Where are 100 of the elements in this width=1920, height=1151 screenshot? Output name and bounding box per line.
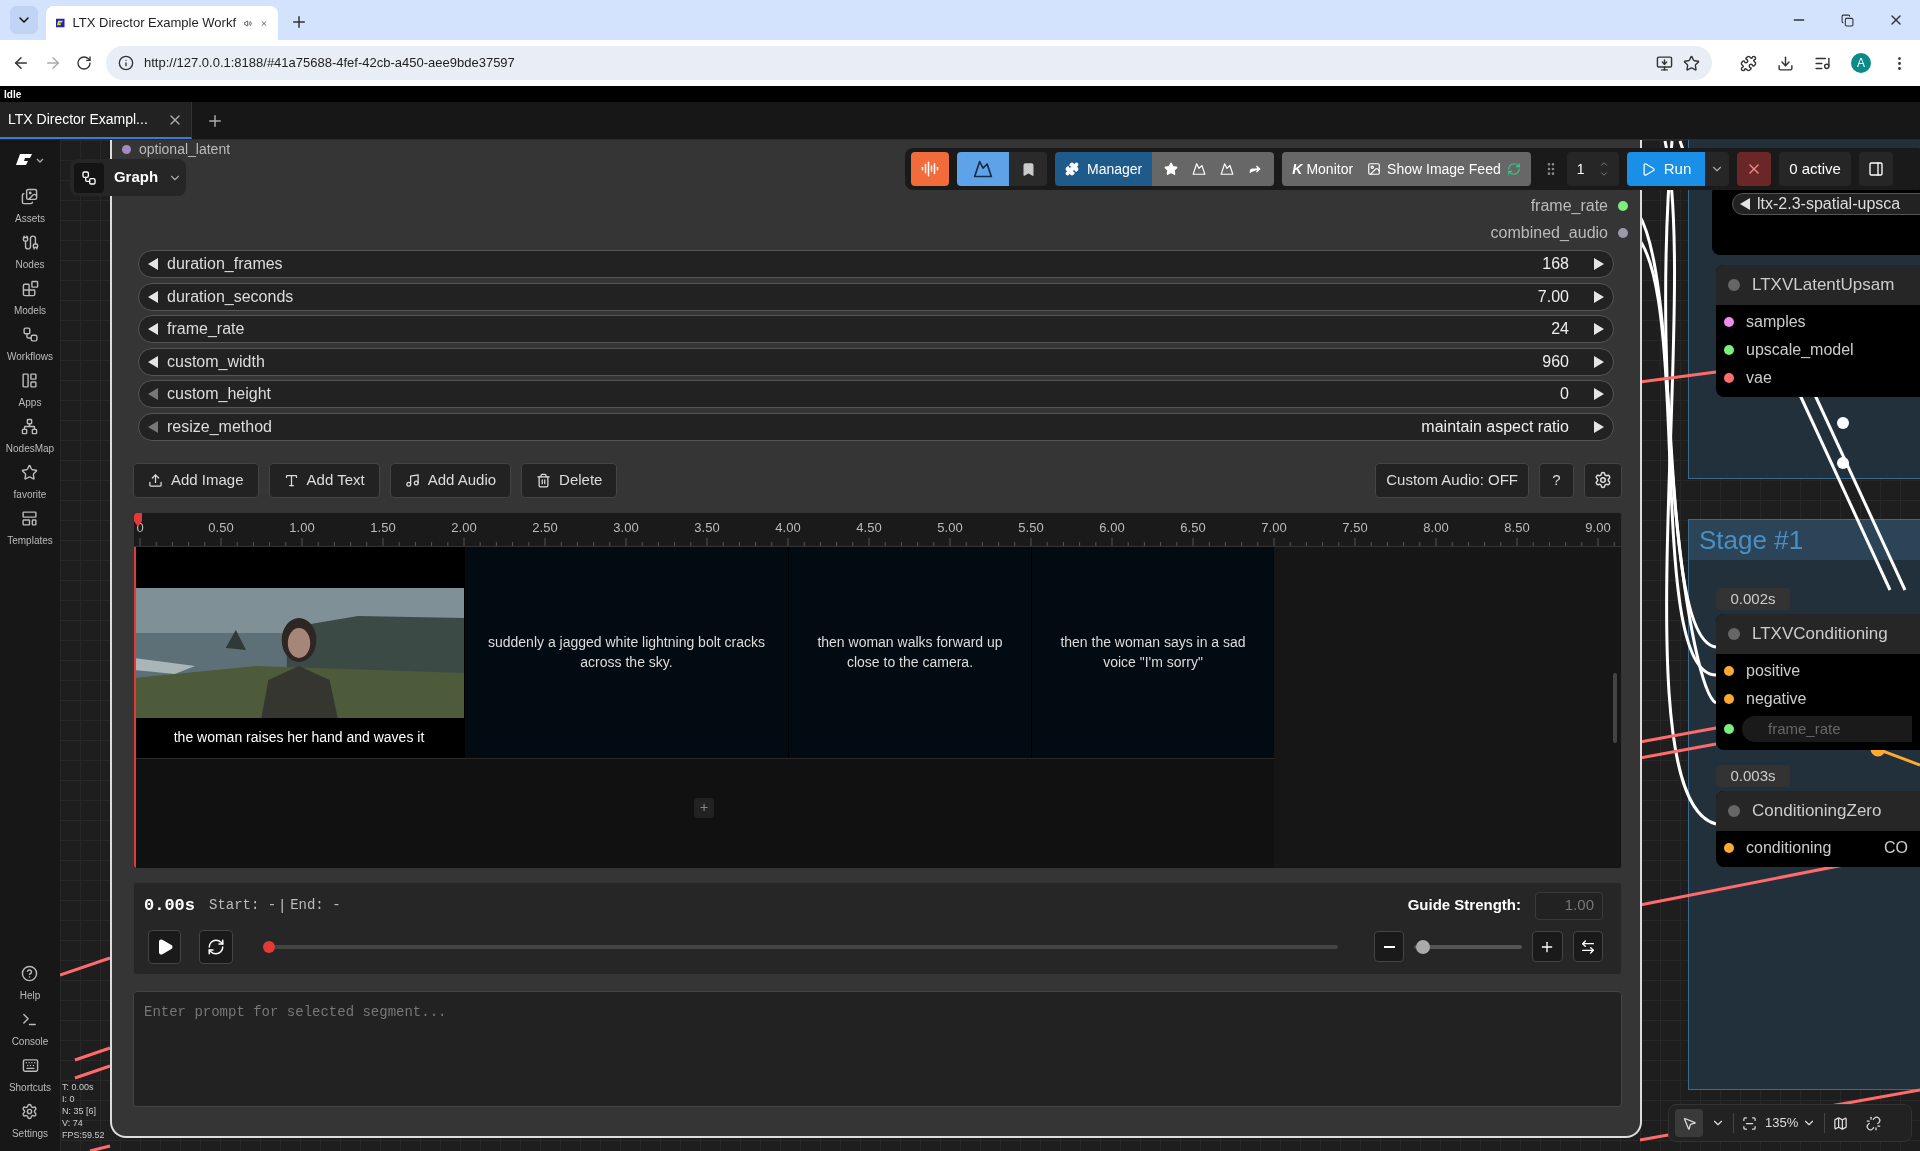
browser-tab[interactable]: LTX Director Example Workf (46, 6, 278, 40)
graph-menu-button[interactable]: Graph (70, 159, 186, 196)
star-icon[interactable] (21, 464, 39, 481)
node-card[interactable]: LTXVLatentUpsam samples upscale_model vae (1716, 265, 1920, 397)
mountain-icon[interactable] (1220, 162, 1235, 176)
input-port[interactable] (1724, 666, 1734, 676)
image-segment[interactable]: the woman raises her hand and waves it (134, 546, 464, 758)
number-widget[interactable]: duration_frames 168 (138, 250, 1614, 278)
plug-icon[interactable] (21, 234, 39, 251)
select-tool-button[interactable] (1675, 1109, 1703, 1137)
reload-icon[interactable] (76, 55, 92, 71)
minimap-icon[interactable] (1833, 1115, 1849, 1131)
template-icon[interactable] (21, 510, 39, 527)
help-icon[interactable] (21, 965, 39, 982)
sidebar-label[interactable]: Console (11, 1034, 49, 1049)
custom-audio-button[interactable]: Custom Audio: OFF (1375, 462, 1529, 498)
sidebar-label[interactable]: Workflows (7, 349, 53, 364)
decrement-icon[interactable] (147, 257, 159, 271)
sidebar-label[interactable]: Models (13, 303, 47, 318)
extensions-icon[interactable] (1740, 54, 1757, 72)
sidebar-label[interactable]: Apps (18, 395, 42, 410)
bookmark-star-icon[interactable] (1683, 54, 1700, 72)
action-button[interactable]: Add Text (268, 462, 380, 498)
scrollbar[interactable] (1613, 672, 1617, 743)
new-tab-icon[interactable] (290, 13, 308, 31)
input-port[interactable] (1724, 345, 1734, 355)
sidebar-label[interactable]: Settings (11, 1126, 49, 1141)
sidebar-label[interactable]: favorite (13, 487, 47, 502)
settings-button[interactable] (1584, 462, 1622, 498)
back-icon[interactable] (12, 54, 30, 72)
tab-search-button[interactable] (10, 6, 38, 34)
action-button[interactable]: Add Audio (389, 462, 512, 498)
manager-button[interactable]: Manager (1055, 152, 1153, 186)
action-button[interactable]: Add Image (133, 462, 259, 498)
hierarchy-icon[interactable] (21, 418, 39, 435)
images-icon[interactable] (21, 188, 39, 205)
node-widget[interactable]: ltx-2.3-spatial-upsca (1732, 193, 1920, 215)
address-bar[interactable]: http://127.0.0.1:8188/#41a75688-4fef-42cb-a450-aee9bde37597 (106, 46, 1712, 80)
increment-icon[interactable] (1593, 289, 1605, 304)
decrement-icon[interactable] (147, 322, 159, 336)
image-feed-button[interactable]: Show Image Feed (1367, 158, 1521, 180)
input-port[interactable] (1724, 317, 1734, 327)
input-port[interactable] (122, 145, 131, 154)
profile-avatar[interactable]: A (1851, 53, 1871, 73)
sidebar-label[interactable]: Templates (7, 533, 53, 548)
sidebar-label[interactable]: NodesMap (5, 441, 55, 456)
fit-view-icon[interactable] (1742, 1115, 1757, 1131)
node-card[interactable]: ConditioningZero conditioning CO (1716, 791, 1920, 867)
layout-icon[interactable] (21, 372, 39, 389)
panel-toggle-button[interactable] (1858, 152, 1893, 186)
zoom-out-button[interactable] (1373, 931, 1405, 962)
increment-icon[interactable] (1593, 257, 1605, 271)
bookmark-button[interactable] (1009, 152, 1047, 186)
input-port[interactable] (1724, 724, 1734, 734)
blocks-icon[interactable] (21, 280, 39, 297)
text-segment[interactable]: then woman walks forward up close to the camera. (788, 546, 1031, 758)
input-port[interactable] (1724, 843, 1734, 853)
guide-strength-field[interactable]: 1.00 (1535, 891, 1603, 920)
sidebar-label[interactable]: Assets (15, 211, 45, 226)
restore-icon[interactable] (1841, 13, 1854, 27)
fit-button[interactable] (1572, 931, 1603, 962)
zoom-in-button[interactable] (1532, 931, 1563, 962)
prompt-field[interactable]: Enter prompt for selected segment... (133, 990, 1622, 1107)
increment-icon[interactable] (1593, 387, 1605, 401)
play-button[interactable] (148, 929, 182, 964)
share-icon[interactable] (1248, 162, 1263, 176)
output-port[interactable] (1618, 227, 1628, 238)
link-visibility-icon[interactable] (1866, 1115, 1882, 1131)
audio-button[interactable] (911, 152, 949, 186)
scrubber-handle[interactable] (262, 940, 275, 953)
loop-button[interactable] (199, 929, 233, 964)
decrement-icon[interactable] (147, 354, 159, 369)
settings-icon[interactable] (21, 1103, 39, 1120)
decrement-icon[interactable] (1739, 197, 1751, 211)
zoom-level-button[interactable]: 135% (1765, 1113, 1817, 1133)
keyboard-icon[interactable] (21, 1057, 39, 1074)
workflow-icon[interactable] (21, 326, 39, 343)
sidebar-label[interactable]: Help (19, 988, 41, 1003)
input-port[interactable] (1724, 373, 1734, 383)
help-button[interactable]: ? (1539, 462, 1574, 498)
input-port[interactable] (1724, 694, 1734, 704)
terminal-icon[interactable] (21, 1011, 39, 1028)
increment-icon[interactable] (1593, 354, 1605, 369)
node-card[interactable]: LTXVConditioning positive negative frame_rate (1716, 614, 1920, 750)
increment-icon[interactable] (1593, 419, 1605, 434)
number-widget[interactable]: resize_method maintain aspect ratio (138, 412, 1614, 441)
download-icon[interactable] (1777, 54, 1794, 72)
mountain-icon[interactable] (1192, 162, 1207, 176)
workflow-tab[interactable]: LTX Director Exampl... (0, 102, 192, 139)
mountain-button[interactable] (957, 152, 1009, 186)
sidebar-label[interactable]: Shortcuts (8, 1080, 52, 1095)
sidebar-label[interactable]: Nodes (15, 257, 45, 272)
increment-icon[interactable] (1593, 322, 1605, 336)
add-track-button[interactable]: + (694, 797, 714, 818)
zoom-slider-thumb[interactable] (1415, 939, 1430, 954)
text-segment[interactable]: suddenly a jagged white lightning bolt cracks across the sky. (464, 546, 788, 758)
install-icon[interactable] (1656, 54, 1673, 72)
text-segment[interactable]: then the woman says in a sad voice "I'm sorry" (1031, 546, 1274, 758)
number-widget[interactable]: custom_width 960 (138, 347, 1614, 376)
decrement-icon[interactable] (147, 289, 159, 304)
